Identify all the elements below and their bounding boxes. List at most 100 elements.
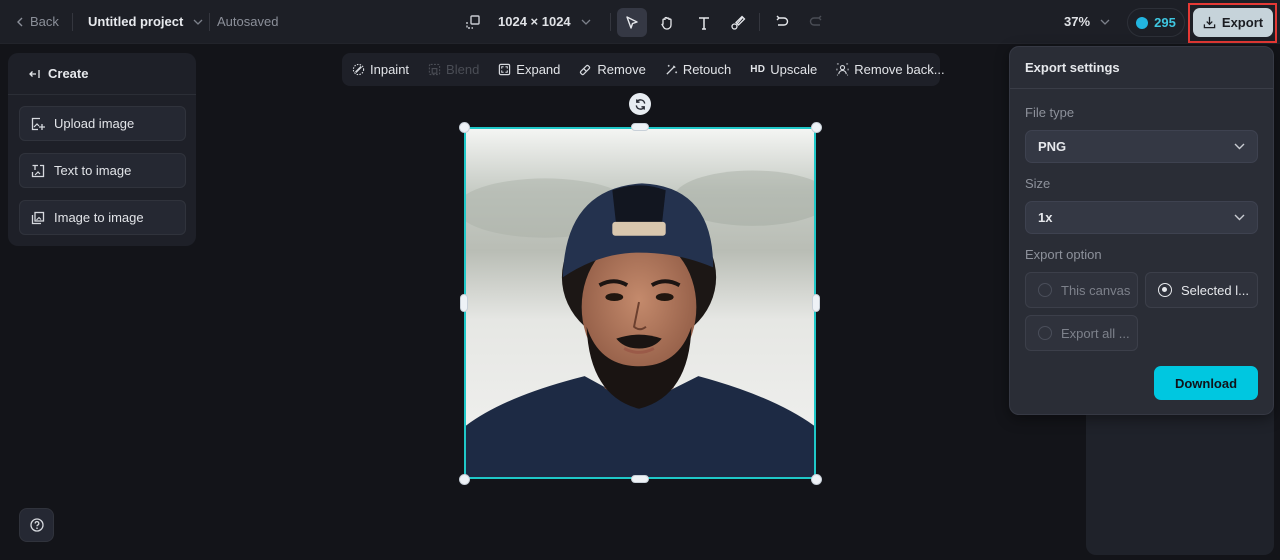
size-select[interactable]: 1x — [1025, 201, 1258, 234]
remove-label: Remove — [597, 62, 646, 77]
project-name: Untitled project — [88, 14, 184, 29]
upload-image-label: Upload image — [54, 116, 135, 131]
resize-handle-bottom-left[interactable] — [459, 474, 470, 485]
portrait-photo — [466, 129, 814, 477]
export-option-this-canvas[interactable]: This canvas — [1025, 272, 1138, 308]
blend-label: Blend — [446, 62, 480, 77]
chevron-left-icon — [17, 17, 23, 26]
chevron-down-icon — [193, 19, 203, 25]
help-icon — [29, 518, 44, 532]
save-status: Autosaved — [217, 14, 279, 29]
undo-button[interactable] — [767, 8, 797, 37]
upscale-button[interactable]: HD Upscale — [750, 62, 817, 77]
canvas-size-dropdown[interactable]: 1024 × 1024 — [498, 14, 591, 29]
blend-button[interactable]: Blend — [428, 62, 479, 77]
brush-tool-button[interactable] — [723, 8, 753, 37]
expand-label: Expand — [516, 62, 561, 77]
credits-badge[interactable]: 295 — [1127, 8, 1185, 37]
properties-panel — [1086, 395, 1274, 555]
help-button[interactable] — [19, 508, 54, 542]
download-button[interactable]: Download — [1154, 366, 1258, 400]
text-to-image-button[interactable]: Text to image — [19, 153, 186, 188]
hand-icon — [661, 16, 672, 30]
create-panel-title: Create — [48, 66, 89, 81]
zoom-dropdown[interactable]: 37% — [1064, 14, 1110, 29]
rotate-icon — [635, 98, 645, 110]
rotate-handle[interactable] — [629, 93, 651, 115]
option-label: This canvas — [1061, 282, 1131, 298]
selected-image-layer[interactable] — [464, 127, 816, 479]
undo-icon — [776, 15, 789, 26]
option-label: Export all ... — [1061, 325, 1130, 341]
resize-canvas-icon[interactable] — [465, 14, 481, 30]
size-value: 1x — [1038, 210, 1053, 225]
radio-unchecked-icon — [1038, 283, 1052, 297]
cursor-icon — [626, 15, 638, 29]
inpaint-icon — [352, 63, 365, 76]
image-to-image-button[interactable]: Image to image — [19, 200, 186, 235]
redo-icon — [809, 15, 822, 26]
create-panel: Create Upload image Text to image Image … — [8, 53, 196, 246]
image-to-image-label: Image to image — [54, 210, 144, 225]
remove-background-button[interactable]: Remove back... — [836, 62, 945, 77]
text-tool-button[interactable] — [689, 8, 719, 37]
export-button[interactable]: Export — [1193, 8, 1273, 37]
zoom-level: 37% — [1064, 14, 1091, 29]
resize-handle-top[interactable] — [631, 123, 649, 131]
retouch-button[interactable]: Retouch — [665, 62, 731, 77]
inpaint-label: Inpaint — [370, 62, 410, 77]
text-to-image-label: Text to image — [54, 163, 132, 178]
credit-coin-icon — [1136, 16, 1149, 29]
redo-button[interactable] — [801, 8, 831, 37]
divider — [610, 13, 611, 31]
remove-button[interactable]: Remove — [579, 62, 646, 77]
file-type-select[interactable]: PNG — [1025, 130, 1258, 163]
export-settings-popover: Export settings File type PNG Size 1x Ex… — [1009, 46, 1274, 415]
upscale-label: Upscale — [770, 62, 818, 77]
export-option-export-all[interactable]: Export all ... — [1025, 315, 1138, 351]
create-panel-header[interactable]: Create — [8, 53, 196, 95]
inpaint-button[interactable]: Inpaint — [352, 62, 409, 77]
select-tool-button[interactable] — [617, 8, 647, 37]
upload-image-button[interactable]: Upload image — [19, 106, 186, 141]
chevron-down-icon — [1100, 19, 1110, 25]
edit-toolbar: Inpaint Blend Expand Remove Retouch HD U… — [342, 53, 945, 86]
back-label: Back — [30, 14, 59, 29]
resize-handle-top-right[interactable] — [811, 122, 822, 133]
blend-icon — [428, 63, 441, 76]
expand-icon — [499, 63, 511, 76]
text-to-image-icon — [31, 164, 45, 177]
file-type-value: PNG — [1038, 139, 1067, 154]
brush-icon — [731, 15, 746, 30]
resize-handle-right[interactable] — [812, 294, 820, 312]
divider — [72, 13, 73, 31]
credits-count: 295 — [1154, 15, 1176, 30]
image-to-image-icon — [31, 211, 45, 224]
collapse-panel-icon — [29, 69, 40, 78]
radio-checked-icon — [1158, 283, 1172, 297]
export-option-label: Export option — [1025, 247, 1102, 262]
export-label: Export — [1221, 15, 1264, 30]
top-bar: Back Untitled project Autosaved 1024 × 1… — [0, 0, 1280, 44]
download-icon — [1203, 16, 1216, 29]
resize-handle-bottom-right[interactable] — [811, 474, 822, 485]
back-button[interactable]: Back — [16, 14, 59, 29]
resize-handle-left[interactable] — [460, 294, 468, 312]
resize-handle-top-left[interactable] — [459, 122, 470, 133]
eraser-icon — [580, 64, 591, 76]
chevron-down-icon — [1234, 143, 1245, 150]
upload-image-icon — [31, 117, 45, 130]
file-type-label: File type — [1025, 105, 1075, 120]
expand-button[interactable]: Expand — [498, 62, 560, 77]
text-icon — [699, 16, 709, 30]
export-option-selected-layer[interactable]: Selected l... — [1145, 272, 1258, 308]
chevron-down-icon — [1234, 214, 1245, 221]
resize-handle-bottom[interactable] — [631, 475, 649, 483]
divider — [759, 13, 760, 31]
hand-tool-button[interactable] — [652, 8, 682, 37]
project-name-dropdown[interactable]: Untitled project — [88, 14, 203, 29]
divider — [209, 13, 210, 31]
magic-wand-icon — [666, 64, 677, 75]
option-label: Selected l... — [1181, 282, 1249, 298]
canvas-size: 1024 × 1024 — [498, 14, 571, 29]
